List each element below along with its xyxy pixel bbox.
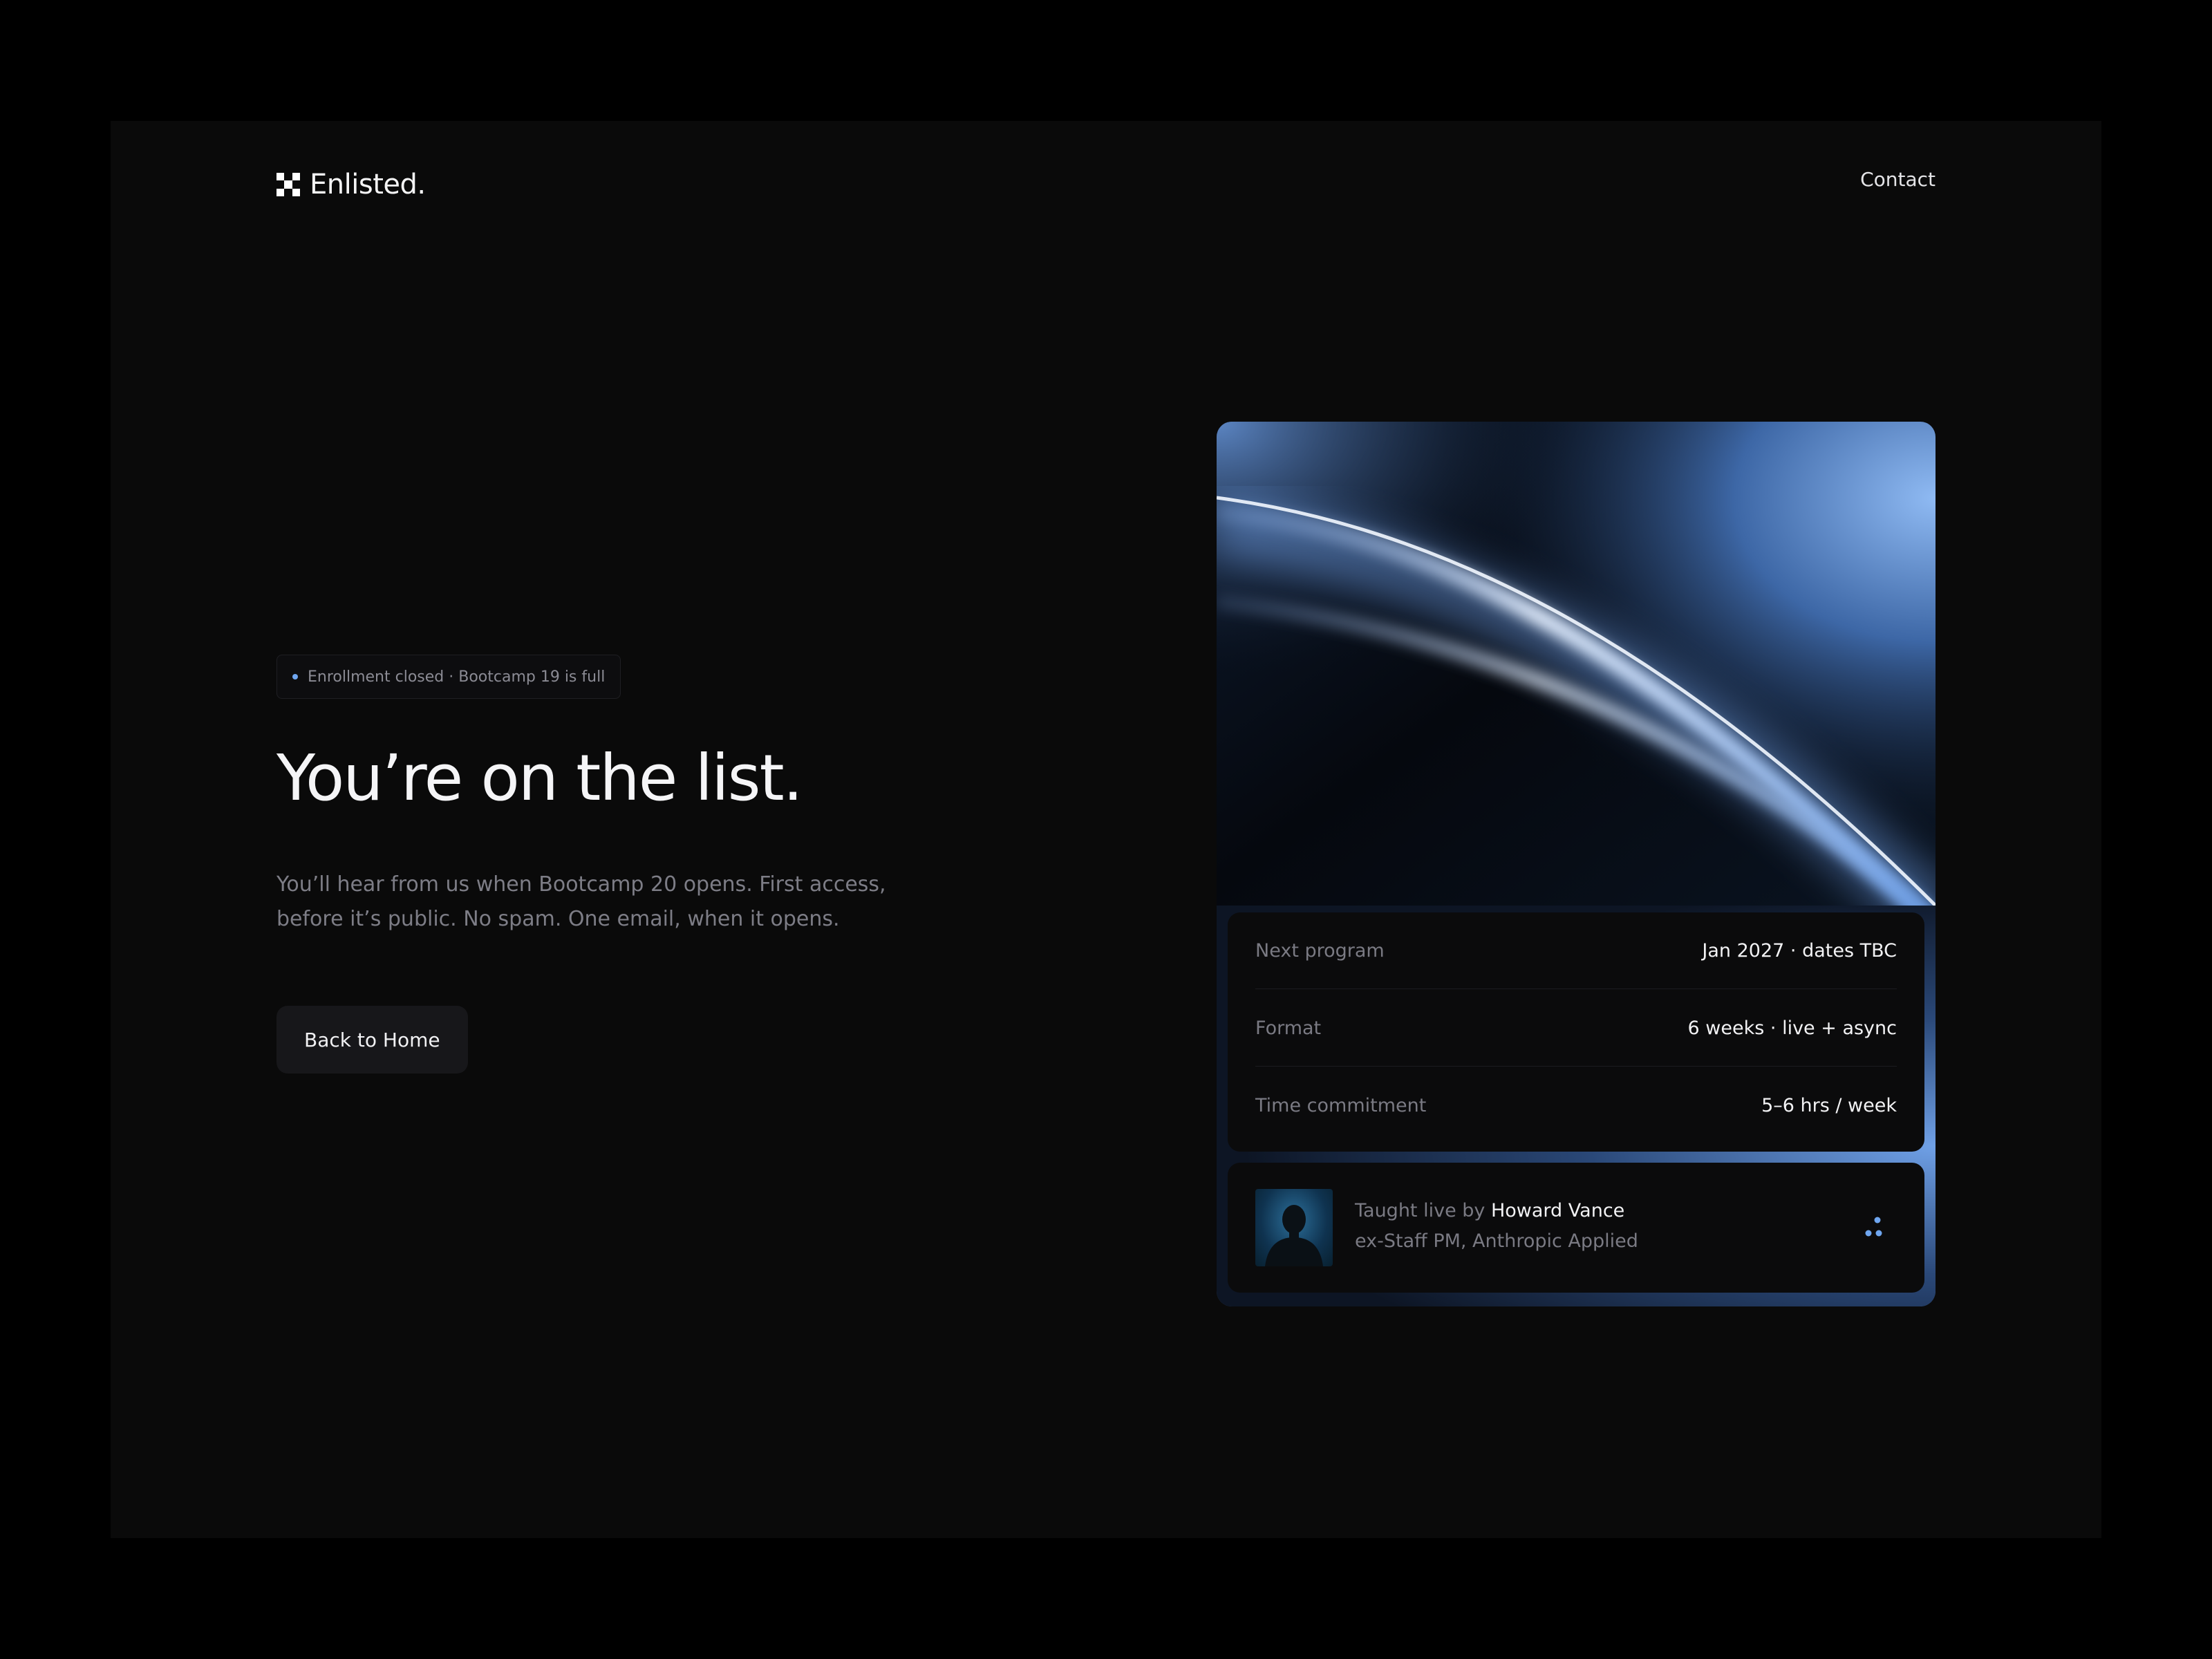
instructor-name: Howard Vance (1490, 1200, 1625, 1221)
detail-label: Format (1255, 1017, 1322, 1039)
brand-name: Enlisted. (310, 169, 426, 200)
detail-row-next-program: Next program Jan 2027 · dates TBC (1255, 912, 1897, 989)
status-dot-icon (292, 674, 298, 679)
detail-value: 6 weeks · live + async (1687, 1017, 1897, 1039)
program-details: Next program Jan 2027 · dates TBC Format… (1228, 912, 1924, 1152)
detail-label: Time commitment (1255, 1094, 1427, 1116)
detail-value: 5–6 hrs / week (1761, 1094, 1897, 1116)
contact-link[interactable]: Contact (1860, 168, 1936, 191)
detail-value: Jan 2027 · dates TBC (1702, 939, 1897, 962)
brand-logo[interactable]: Enlisted. (276, 164, 426, 205)
page-title: You’re on the list. (276, 741, 803, 815)
instructor-role: ex-Staff PM, Anthropic Applied (1355, 1230, 1638, 1252)
detail-row-time-commitment: Time commitment 5–6 hrs / week (1255, 1067, 1897, 1143)
checker-logo-icon (276, 173, 300, 196)
instructor-line: Taught live by Howard Vance (1355, 1200, 1624, 1221)
back-to-home-button[interactable]: Back to Home (276, 1006, 468, 1074)
dots-icon[interactable] (1861, 1215, 1886, 1240)
page-frame: Enlisted. Contact Enrollment closed · Bo… (111, 121, 2101, 1538)
instructor-card: Taught live by Howard Vance ex-Staff PM,… (1228, 1163, 1924, 1293)
detail-row-format: Format 6 weeks · live + async (1255, 990, 1897, 1067)
status-badge: Enrollment closed · Bootcamp 19 is full (276, 655, 621, 699)
instructor-prefix: Taught live by (1355, 1200, 1491, 1221)
avatar (1255, 1189, 1333, 1266)
card-artwork (1217, 422, 1936, 933)
status-badge-text: Enrollment closed · Bootcamp 19 is full (308, 668, 606, 686)
detail-label: Next program (1255, 939, 1385, 962)
program-card: Next program Jan 2027 · dates TBC Format… (1217, 422, 1936, 1306)
page-subtitle: You’ll hear from us when Bootcamp 20 ope… (276, 872, 886, 931)
